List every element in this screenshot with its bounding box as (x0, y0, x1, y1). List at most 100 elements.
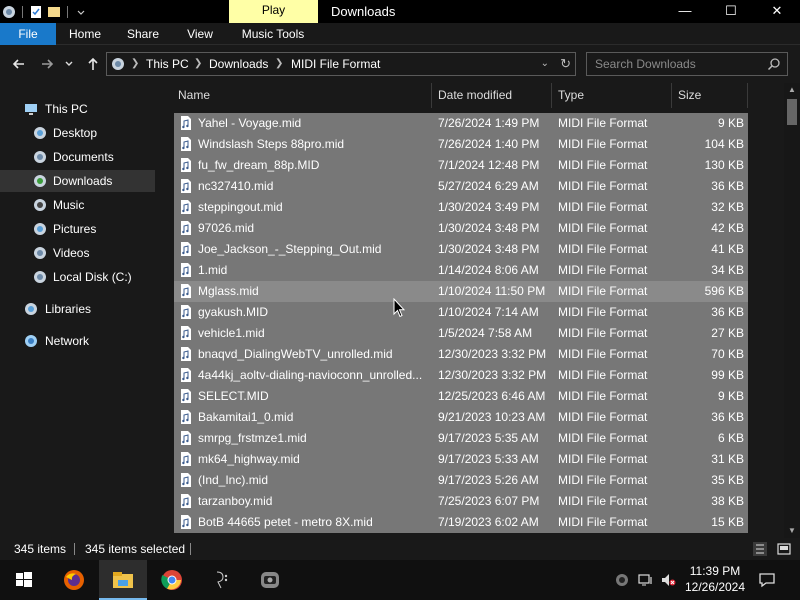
videos-icon (34, 247, 46, 259)
play-context-tab[interactable]: Play (229, 0, 318, 23)
quick-access-toolbar (0, 0, 88, 23)
pc-icon (25, 104, 37, 115)
nav-item-pictures[interactable]: Pictures (0, 218, 155, 240)
breadcrumb-midi-file-format[interactable]: MIDI File Format (291, 53, 380, 75)
app-tray-icon[interactable] (614, 572, 630, 588)
table-row[interactable]: (Ind_Inc).mid 9/17/2023 5:26 AM MIDI File … (174, 470, 748, 491)
table-row[interactable]: tarzanboy.mid 7/25/2023 6:07 PM MIDI File … (174, 491, 748, 512)
up-button[interactable] (84, 54, 102, 74)
volume-muted-icon[interactable] (660, 572, 676, 588)
nav-item-desktop[interactable]: Desktop (0, 122, 155, 144)
address-history-dropdown[interactable]: ⌄ (541, 53, 549, 75)
back-button[interactable] (10, 54, 28, 74)
table-row[interactable]: Bakamitai1_0.mid 9/21/2023 10:23 AM MIDI F… (174, 407, 748, 428)
downloads-icon (34, 175, 46, 187)
table-row[interactable]: bnaqvd_DialingWebTV_unrolled.mid 12/30/20… (174, 344, 748, 365)
midi-file-icon (181, 326, 191, 340)
customize-toolbar-icon[interactable] (74, 5, 88, 19)
breadcrumb-this-pc[interactable]: This PC (146, 53, 189, 75)
table-row[interactable]: smrpg_frstmze1.mid 9/17/2023 5:35 AM MIDI … (174, 428, 748, 449)
start-button[interactable] (0, 560, 48, 600)
file-date-modified: 1/14/2024 8:06 AM (438, 263, 539, 277)
table-row[interactable]: 97026.mid 1/30/2024 3:48 PM MIDI File Form… (174, 218, 748, 239)
tab-music-tools[interactable]: Music Tools (236, 23, 310, 45)
chrome-taskbar-button[interactable] (148, 560, 196, 600)
search-box[interactable] (586, 52, 788, 76)
notifications-icon[interactable] (758, 571, 776, 589)
midi-file-icon (181, 305, 191, 319)
breadcrumb-separator[interactable]: ❯ (275, 53, 283, 75)
search-input[interactable] (587, 53, 765, 75)
table-row[interactable]: SELECT.MID 12/25/2023 6:46 AM MIDI File Fo… (174, 386, 748, 407)
tab-home[interactable]: Home (60, 23, 110, 45)
midi-file-icon (181, 158, 191, 172)
address-bar[interactable]: ❯ This PC ❯ Downloads ❯ MIDI File Format… (106, 52, 576, 76)
scroll-thumb[interactable] (787, 99, 797, 125)
nav-item-videos[interactable]: Videos (0, 242, 155, 264)
breadcrumb-separator[interactable]: ❯ (194, 53, 202, 75)
file-date-modified: 9/17/2023 5:26 AM (438, 473, 539, 487)
details-view-icon[interactable] (752, 541, 768, 557)
vertical-scrollbar[interactable]: ▲ ▼ (784, 83, 800, 538)
table-row[interactable]: 4a44kj_aoltv-dialing-navioconn_unrolled.… (174, 365, 748, 386)
properties-icon[interactable] (29, 5, 43, 19)
media-app-taskbar-button[interactable] (246, 560, 294, 600)
table-row[interactable]: BotB 44665 petet - metro 8X.mid 7/19/2023… (174, 512, 748, 533)
close-button[interactable]: ✕ (754, 0, 800, 23)
breadcrumb-downloads[interactable]: Downloads (209, 53, 268, 75)
nav-item-libraries[interactable]: Libraries (0, 298, 155, 320)
file-name: fu_fw_dream_88p.MID (198, 158, 320, 172)
large-icons-view-icon[interactable] (776, 541, 792, 557)
forward-button[interactable] (38, 54, 56, 74)
table-row[interactable]: Mglass.mid 1/10/2024 11:50 PM MIDI File Fo… (174, 281, 748, 302)
table-row[interactable]: gyakush.MID 1/10/2024 7:14 AM MIDI File Fo… (174, 302, 748, 323)
network-tray-icon[interactable] (638, 572, 654, 588)
table-row[interactable]: Joe_Jackson_-_Stepping_Out.mid 1/30/2024 … (174, 239, 748, 260)
file-type: MIDI File Format (558, 347, 648, 361)
column-header-name[interactable]: Name (172, 83, 432, 108)
app-icon[interactable] (2, 5, 16, 19)
table-row[interactable]: nc327410.mid 5/27/2024 6:29 AM MIDI File F… (174, 176, 748, 197)
breadcrumb-separator[interactable]: ❯ (131, 53, 139, 75)
file-explorer-taskbar-button[interactable] (99, 560, 147, 600)
table-row[interactable]: mk64_highway.mid 9/17/2023 5:33 AM MIDI Fi… (174, 449, 748, 470)
column-header-size[interactable]: Size (672, 83, 748, 108)
midi-app-taskbar-button[interactable] (197, 560, 245, 600)
system-clock[interactable]: 11:39 PM 12/26/2024 (678, 563, 752, 597)
scroll-down-icon[interactable]: ▼ (784, 524, 800, 538)
recent-locations-button[interactable] (62, 54, 76, 74)
table-row[interactable]: steppingout.mid 1/30/2024 3:49 PM MIDI Fil… (174, 197, 748, 218)
file-type: MIDI File Format (558, 326, 648, 340)
column-header-type[interactable]: Type (552, 83, 672, 108)
table-row[interactable]: vehicle1.mid 1/5/2024 7:58 AM MIDI File Fo… (174, 323, 748, 344)
file-date-modified: 9/17/2023 5:35 AM (438, 431, 539, 445)
nav-item-documents[interactable]: Documents (0, 146, 155, 168)
minimize-button[interactable]: — (662, 0, 708, 23)
tab-share[interactable]: Share (118, 23, 168, 45)
nav-item-downloads[interactable]: Downloads (0, 170, 155, 192)
column-header-date-modified[interactable]: Date modified (432, 83, 552, 108)
table-row[interactable]: Windslash Steps 88pro.mid 7/26/2024 1:40 … (174, 134, 748, 155)
search-icon[interactable] (767, 57, 781, 71)
nav-item-this-pc[interactable]: This PC (0, 98, 155, 120)
table-row[interactable]: fu_fw_dream_88p.MID 7/1/2024 12:48 PM MIDI… (174, 155, 748, 176)
nav-item-music[interactable]: Music (0, 194, 155, 216)
table-row[interactable]: 1.mid 1/14/2024 8:06 AM MIDI File Format 34… (174, 260, 748, 281)
tab-view[interactable]: View (176, 23, 224, 45)
file-size: 130 KB (704, 158, 744, 172)
file-date-modified: 7/1/2024 12:48 PM (438, 158, 540, 172)
tab-file[interactable]: File (0, 23, 56, 45)
firefox-icon (64, 570, 84, 590)
maximize-button[interactable]: ☐ (708, 0, 754, 23)
file-name: smrpg_frstmze1.mid (198, 431, 307, 445)
firefox-taskbar-button[interactable] (50, 560, 98, 600)
nav-label: Desktop (53, 126, 98, 140)
nav-item-network[interactable]: Network (0, 330, 155, 352)
nav-label: Network (45, 334, 90, 348)
new-folder-icon[interactable] (47, 5, 61, 19)
table-row[interactable]: Yahel - Voyage.mid 7/26/2024 1:49 PM MIDI … (174, 113, 748, 134)
file-date-modified: 1/30/2024 3:49 PM (438, 200, 540, 214)
nav-item-local-disk[interactable]: Local Disk (C:) (0, 266, 155, 288)
scroll-up-icon[interactable]: ▲ (784, 83, 800, 97)
refresh-icon[interactable]: ↻ (560, 53, 571, 75)
